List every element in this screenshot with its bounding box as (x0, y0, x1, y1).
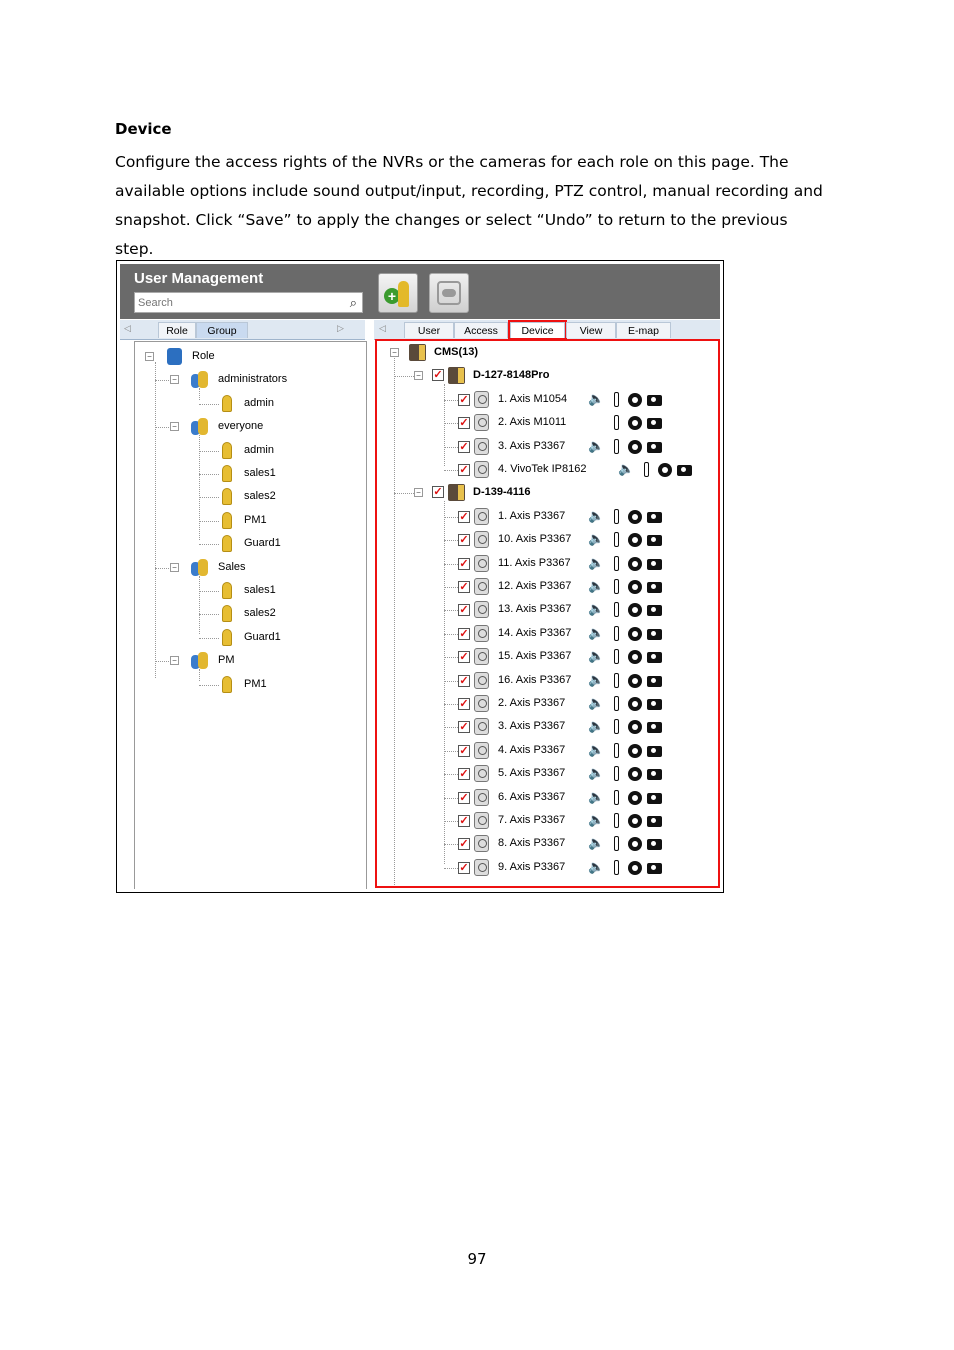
tree-connector (155, 661, 169, 663)
group-icon (191, 418, 208, 436)
user-label[interactable]: sales1 (244, 584, 276, 596)
description-paragraph: Configure the access rights of the NVRs … (115, 148, 845, 264)
tree-connector (199, 520, 219, 522)
collapse-icon[interactable]: − (170, 422, 179, 432)
tab-emap[interactable]: E-map (616, 322, 671, 338)
scroll-left-icon[interactable]: ◁ (124, 323, 131, 334)
tree-connector (199, 669, 200, 681)
user-label[interactable]: sales2 (244, 607, 276, 619)
right-tabbar: ◁ User Access Device View E-map (374, 320, 720, 340)
tree-connector (199, 575, 200, 635)
group-label[interactable]: Sales (218, 561, 246, 573)
header-bar: User Management ⌕ + (120, 264, 720, 319)
search-input[interactable] (135, 293, 338, 313)
tab-user[interactable]: User (404, 322, 454, 338)
tree-connector (199, 614, 219, 616)
tree-connector (155, 427, 169, 429)
user-icon (222, 465, 232, 482)
user-label[interactable]: Guard1 (244, 631, 281, 643)
tree-connector (199, 544, 219, 546)
user-management-screenshot: User Management ⌕ + ◁ Role Group ▷ ◁ Use… (116, 260, 724, 893)
scroll-right-icon[interactable]: ▷ (337, 323, 344, 334)
page-number: 97 (467, 1250, 487, 1268)
user-icon (222, 488, 232, 506)
user-icon (398, 281, 409, 307)
tab-view[interactable]: View (566, 322, 616, 338)
left-tabbar: ◁ Role Group ▷ (120, 320, 365, 340)
tab-device[interactable]: Device (508, 320, 567, 340)
user-icon (222, 628, 232, 646)
collapse-icon[interactable]: − (170, 656, 179, 666)
tab-role[interactable]: Role (158, 322, 196, 338)
app-title: User Management (134, 270, 264, 287)
collapse-icon[interactable]: − (170, 375, 179, 385)
user-label[interactable]: sales1 (244, 467, 276, 479)
paragraph-line: snapshot. Click “Save” to apply the chan… (115, 211, 788, 229)
tree-root-label[interactable]: Role (192, 350, 215, 362)
group-label[interactable]: PM (218, 654, 235, 666)
tree-connector (199, 474, 219, 475)
user-icon (222, 675, 232, 693)
tree-connector (199, 403, 219, 405)
role-icon (167, 348, 182, 365)
user-label[interactable]: PM1 (244, 514, 267, 526)
tree-connector (199, 684, 219, 686)
group-label[interactable]: everyone (218, 420, 263, 432)
tree-connector (155, 380, 169, 382)
user-icon (222, 511, 232, 529)
tree-connector (199, 591, 219, 592)
paragraph-line: Configure the access rights of the NVRs … (115, 153, 789, 171)
group-icon (191, 371, 208, 389)
user-label[interactable]: sales2 (244, 490, 276, 502)
tree-connector (199, 497, 219, 499)
tree-connector (155, 567, 169, 569)
search-icon[interactable]: ⌕ (350, 295, 357, 311)
tab-group[interactable]: Group (196, 322, 248, 338)
group-icon (191, 558, 208, 576)
undo-button[interactable] (429, 273, 469, 313)
tree-connector (199, 388, 200, 401)
tree-connector (199, 435, 200, 541)
user-label[interactable]: admin (244, 444, 274, 456)
user-icon (222, 535, 232, 553)
save-button[interactable]: + (378, 273, 418, 313)
highlight-frame (375, 339, 720, 888)
user-icon (222, 441, 232, 459)
collapse-icon[interactable]: − (145, 352, 154, 361)
user-label[interactable]: Guard1 (244, 537, 281, 549)
tab-access[interactable]: Access (454, 322, 508, 338)
tree-connector (199, 637, 219, 639)
user-icon (222, 605, 232, 623)
tree-connector (199, 450, 219, 452)
group-icon (191, 652, 208, 670)
user-icon (222, 394, 232, 412)
tree-connector (155, 362, 156, 678)
user-label[interactable]: PM1 (244, 678, 267, 690)
collapse-icon[interactable]: − (170, 562, 179, 572)
paragraph-line: available options include sound output/i… (115, 182, 823, 200)
section-heading: Device (115, 120, 172, 138)
scroll-left-icon[interactable]: ◁ (379, 323, 386, 334)
user-icon (222, 582, 232, 599)
group-label[interactable]: administrators (218, 373, 287, 385)
search-box[interactable]: ⌕ (134, 292, 363, 313)
role-tree-panel: − Role − administrators admin − everyone admin s… (134, 341, 367, 889)
user-label[interactable]: admin (244, 397, 274, 409)
